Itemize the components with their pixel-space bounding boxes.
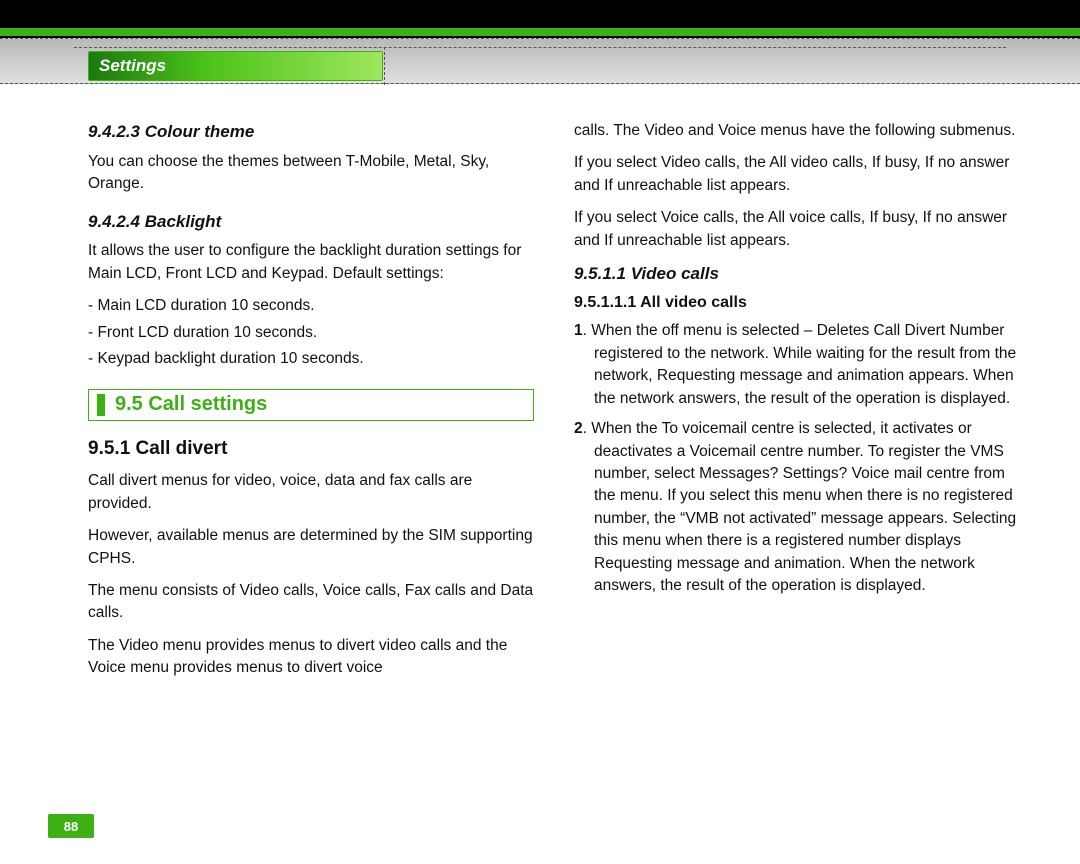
page-number-badge: 88: [48, 814, 94, 838]
body-text: If you select Voice calls, the All voice…: [574, 207, 1020, 252]
numbered-body: . When the off menu is selected – Delete…: [583, 322, 1017, 406]
header-band: Settings: [0, 38, 1080, 84]
green-stripe: [0, 28, 1080, 36]
body-text: You can choose the themes between T-Mobi…: [88, 151, 534, 196]
body-text: calls. The Video and Voice menus have th…: [574, 120, 1020, 142]
heading-call-divert: 9.5.1 Call divert: [88, 435, 534, 463]
heading-backlight: 9.4.2.4 Backlight: [88, 210, 534, 235]
number-prefix: 1: [574, 322, 583, 339]
number-prefix: 2: [574, 420, 583, 437]
body-text: The menu consists of Video calls, Voice …: [88, 580, 534, 625]
page-number: 88: [64, 819, 78, 834]
body-text: Call divert menus for video, voice, data…: [88, 470, 534, 515]
list-item: - Keypad backlight duration 10 seconds.: [88, 348, 534, 370]
section-box-call-settings: 9.5 Call settings: [88, 389, 534, 421]
numbered-item-1: 1. When the off menu is selected – Delet…: [574, 320, 1020, 410]
left-column: 9.4.2.3 Colour theme You can choose the …: [88, 120, 534, 824]
heading-colour-theme: 9.4.2.3 Colour theme: [88, 120, 534, 145]
heading-all-video-calls: 9.5.1.1.1 All video calls: [574, 291, 1020, 314]
heading-video-calls: 9.5.1.1 Video calls: [574, 262, 1020, 287]
list-item: - Front LCD duration 10 seconds.: [88, 322, 534, 344]
body-text: If you select Video calls, the All video…: [574, 152, 1020, 197]
right-column: calls. The Video and Voice menus have th…: [574, 120, 1020, 824]
list-item: - Main LCD duration 10 seconds.: [88, 295, 534, 317]
dashed-line: [74, 47, 1006, 48]
body-text: It allows the user to configure the back…: [88, 240, 534, 285]
heading-call-settings: 9.5 Call settings: [115, 390, 267, 419]
section-tab-label: Settings: [99, 56, 166, 76]
tab-right-dash: [384, 47, 385, 85]
numbered-body: . When the To voicemail centre is select…: [583, 420, 1017, 594]
section-tab-settings: Settings: [88, 51, 383, 81]
body-text: The Video menu provides menus to divert …: [88, 635, 534, 680]
green-bar-icon: [97, 394, 105, 416]
top-black-bar: [0, 0, 1080, 28]
body-text: However, available menus are determined …: [88, 525, 534, 570]
page-content: 9.4.2.3 Colour theme You can choose the …: [88, 120, 1020, 824]
numbered-item-2: 2. When the To voicemail centre is selec…: [574, 418, 1020, 598]
